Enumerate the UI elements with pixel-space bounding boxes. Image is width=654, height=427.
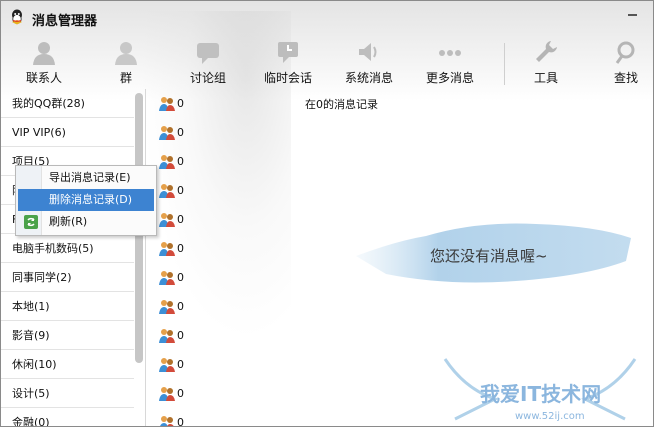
group-members-icon xyxy=(159,358,175,372)
temp-chat-icon xyxy=(278,42,298,63)
tool-tools[interactable]: 工具 xyxy=(511,33,581,88)
tool-system-messages[interactable]: 系统消息 xyxy=(334,33,404,88)
toolbar-separator xyxy=(504,43,505,85)
tool-groups[interactable]: 群 xyxy=(91,33,161,88)
discussion-icon xyxy=(197,43,219,64)
svg-text:www.52ij.com: www.52ij.com xyxy=(515,411,585,422)
qq-penguin-icon xyxy=(12,9,22,25)
tool-temp-chat[interactable]: 临时会话 xyxy=(253,33,323,88)
group-item-design[interactable]: 设计(5) xyxy=(1,379,134,408)
group-members-icon xyxy=(159,300,175,314)
group-item-local[interactable]: 本地(1) xyxy=(1,292,134,321)
search-icon xyxy=(615,41,635,64)
tool-contacts[interactable]: 联系人 xyxy=(9,33,79,88)
count-row[interactable]: 0 xyxy=(147,408,291,426)
menu-item-delete-records[interactable]: 删除消息记录(D) xyxy=(18,189,154,211)
menu-item-refresh-label: 刷新(R) xyxy=(49,215,88,228)
count-row[interactable]: 0 xyxy=(147,350,291,379)
tool-more-messages[interactable]: 更多消息 xyxy=(415,33,485,88)
message-manager-window: 消息管理器 联系人 群 讨论组 临时会话 系统消息 更多消息 工具 查找 我的Q… xyxy=(0,0,654,427)
count-row[interactable]: 0 xyxy=(147,263,291,292)
group-members-icon xyxy=(159,387,175,401)
group-list: 我的QQ群(28) VIP VIP(6) 项目(5) 阳 F 电脑手机数码(5)… xyxy=(1,89,146,426)
count-row[interactable]: 0 xyxy=(147,379,291,408)
group-members-icon xyxy=(159,271,175,285)
tool-search[interactable]: 查找 xyxy=(591,33,653,88)
menu-item-export-records[interactable]: 导出消息记录(E) xyxy=(18,167,154,189)
group-members-icon xyxy=(159,97,175,111)
group-members-icon xyxy=(160,416,174,426)
group-icon xyxy=(115,42,137,65)
group-members-icon xyxy=(159,242,175,256)
contacts-icon xyxy=(33,42,55,65)
group-item-finance[interactable]: 金融(0) xyxy=(1,408,134,426)
group-item-electronics[interactable]: 电脑手机数码(5) xyxy=(1,234,134,263)
menu-item-refresh[interactable]: 刷新(R) xyxy=(18,211,154,233)
group-item-vip[interactable]: VIP VIP(6) xyxy=(1,118,134,147)
refresh-icon xyxy=(24,215,38,229)
toolbar: 联系人 群 讨论组 临时会话 系统消息 更多消息 工具 查找 xyxy=(1,33,653,88)
count-row[interactable]: 0 xyxy=(147,205,291,234)
group-item-colleagues[interactable]: 同事同学(2) xyxy=(1,263,134,292)
count-row[interactable]: 0 xyxy=(147,118,291,147)
group-members-icon xyxy=(159,126,175,140)
system-message-icon xyxy=(359,43,377,61)
count-row[interactable]: 0 xyxy=(147,321,291,350)
group-members-icon xyxy=(159,155,175,169)
window-title: 消息管理器 xyxy=(32,14,98,29)
group-item-leisure[interactable]: 休闲(10) xyxy=(1,350,134,379)
count-row[interactable]: 0 xyxy=(147,234,291,263)
count-row[interactable]: 0 xyxy=(147,176,291,205)
minimize-button[interactable] xyxy=(623,1,643,21)
group-members-icon xyxy=(159,329,175,343)
context-menu: 导出消息记录(E) 删除消息记录(D) 刷新(R) xyxy=(15,165,157,236)
empty-state-text: 您还没有消息喔~ xyxy=(430,247,548,265)
title-bar: 消息管理器 xyxy=(1,1,653,33)
group-item-media[interactable]: 影音(9) xyxy=(1,321,134,350)
records-title: 在0的消息记录 xyxy=(305,98,378,111)
group-members-icon xyxy=(159,184,175,198)
group-count-column: 0 0 0 0 0 0 0 0 0 0 0 0 xyxy=(147,89,291,426)
svg-text:我爱IT技术网: 我爱IT技术网 xyxy=(480,382,601,406)
count-row[interactable]: 0 xyxy=(147,89,291,118)
count-row[interactable]: 0 xyxy=(147,292,291,321)
group-item-my-qq-groups[interactable]: 我的QQ群(28) xyxy=(1,89,134,118)
count-row[interactable]: 0 xyxy=(147,147,291,176)
wrench-icon xyxy=(536,41,557,62)
site-watermark-logo: 我爱IT技术网 www.52ij.com xyxy=(443,358,637,422)
more-messages-icon xyxy=(439,50,461,56)
tool-discussion[interactable]: 讨论组 xyxy=(173,33,243,88)
group-members-icon xyxy=(159,213,175,227)
